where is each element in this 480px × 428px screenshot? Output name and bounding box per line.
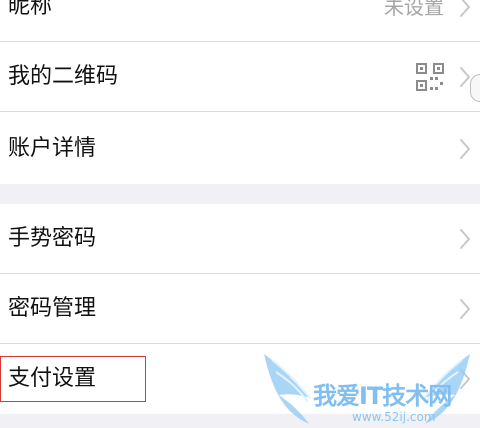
payment-settings-label: 支付设置 xyxy=(8,366,97,391)
settings-group-1: 昵称 未设置 我的二维码 账户详情 xyxy=(0,0,480,184)
gesture-password-label: 手势密码 xyxy=(8,226,97,251)
settings-group-2: 手势密码 密码管理 支付设置 xyxy=(0,204,480,414)
chevron-right-icon xyxy=(460,299,470,319)
nickname-label: 昵称 xyxy=(8,0,53,19)
chevron-right-icon xyxy=(460,139,470,159)
chevron-right-icon xyxy=(460,229,470,249)
password-management-label: 密码管理 xyxy=(8,296,97,321)
account-details-row[interactable]: 账户详情 xyxy=(0,114,480,184)
my-qr-code-row[interactable]: 我的二维码 xyxy=(0,42,480,112)
account-details-label: 账户详情 xyxy=(8,136,97,161)
nickname-value: 未设置 xyxy=(384,0,444,19)
password-management-row[interactable]: 密码管理 xyxy=(0,274,480,344)
nickname-row[interactable]: 昵称 未设置 xyxy=(0,0,480,42)
payment-settings-row[interactable]: 支付设置 xyxy=(0,344,480,414)
my-qr-code-label: 我的二维码 xyxy=(8,64,119,89)
qr-code-icon xyxy=(416,63,444,91)
chevron-right-icon xyxy=(460,0,470,17)
chevron-right-icon xyxy=(460,369,470,389)
row-divider xyxy=(0,111,480,112)
side-handle-icon[interactable] xyxy=(470,74,480,102)
gesture-password-row[interactable]: 手势密码 xyxy=(0,204,480,274)
